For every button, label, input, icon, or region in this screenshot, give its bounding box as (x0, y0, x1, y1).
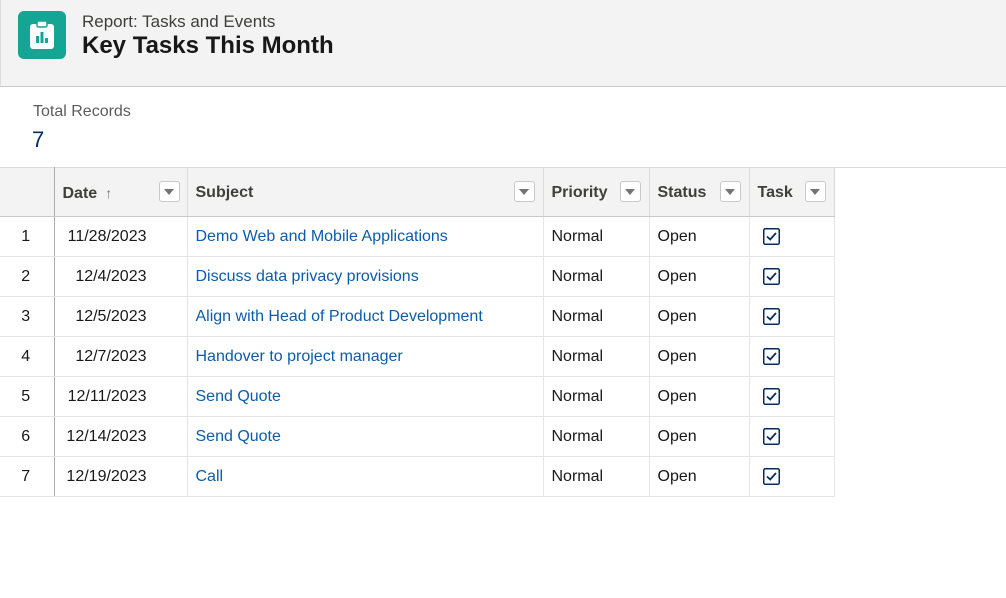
checkbox-checked-icon (762, 428, 780, 445)
priority-cell: Normal (543, 336, 650, 377)
checkbox-checked-icon (762, 228, 780, 245)
status-cell: Open (649, 456, 750, 497)
table-header-row: Date ↑ Subject Priority Status Task (0, 167, 835, 217)
subject-link[interactable]: Call (196, 468, 224, 485)
priority-cell: Normal (543, 456, 650, 497)
chevron-down-icon (519, 188, 529, 195)
column-header-priority[interactable]: Priority (543, 167, 650, 217)
report-icon (18, 11, 66, 59)
row-number: 3 (0, 296, 55, 337)
column-menu-button-priority[interactable] (619, 181, 641, 202)
status-cell: Open (649, 296, 750, 337)
chevron-down-icon (164, 188, 174, 195)
subject-link[interactable]: Discuss data privacy provisions (196, 268, 419, 285)
priority-cell: Normal (543, 296, 650, 337)
status-cell: Open (649, 216, 750, 257)
divider (833, 167, 1006, 168)
column-label-date: Date (62, 185, 98, 202)
total-records-label: Total Records (33, 103, 131, 120)
row-number-header (0, 167, 55, 217)
column-header-task[interactable]: Task (749, 167, 835, 217)
total-records-value: 7 (32, 127, 45, 152)
table-row: 5 12/11/2023 Send Quote Normal Open (0, 376, 835, 417)
table-row: 3 12/5/2023 Align with Head of Product D… (0, 296, 835, 337)
status-cell: Open (649, 376, 750, 417)
table-row: 7 12/19/2023 Call Normal Open (0, 456, 835, 497)
row-number: 2 (0, 256, 55, 297)
chevron-down-icon (725, 188, 735, 195)
date-cell: 12/4/2023 (54, 256, 188, 297)
row-number: 6 (0, 416, 55, 457)
checkbox-checked-icon (762, 468, 780, 485)
page-title: Key Tasks This Month (82, 32, 334, 59)
column-menu-button-task[interactable] (804, 181, 826, 202)
table-row: 4 12/7/2023 Handover to project manager … (0, 336, 835, 377)
date-cell: 12/14/2023 (54, 416, 188, 457)
table-row: 6 12/14/2023 Send Quote Normal Open (0, 416, 835, 457)
column-label-priority: Priority (551, 184, 608, 201)
status-cell: Open (649, 256, 750, 297)
table-row: 1 11/28/2023 Demo Web and Mobile Applica… (0, 216, 835, 257)
subject-link[interactable]: Send Quote (196, 428, 281, 445)
priority-cell: Normal (543, 216, 650, 257)
checkbox-checked-icon (762, 308, 780, 325)
column-menu-button-date[interactable] (158, 181, 180, 202)
table-row: 2 12/4/2023 Discuss data privacy provisi… (0, 256, 835, 297)
column-menu-button-subject[interactable] (513, 181, 535, 202)
column-menu-button-status[interactable] (719, 181, 741, 202)
report-type-label: Report: Tasks and Events (82, 12, 276, 31)
column-label-subject: Subject (195, 184, 254, 201)
date-cell: 12/7/2023 (54, 336, 188, 377)
column-label-status: Status (657, 184, 707, 201)
priority-cell: Normal (543, 256, 650, 297)
checkbox-checked-icon (762, 268, 780, 285)
subject-link[interactable]: Align with Head of Product Development (196, 308, 483, 325)
row-number: 7 (0, 456, 55, 497)
row-number: 4 (0, 336, 55, 377)
priority-cell: Normal (543, 376, 650, 417)
column-label-task: Task (757, 184, 793, 201)
chevron-down-icon (810, 188, 820, 195)
row-number: 5 (0, 376, 55, 417)
row-number: 1 (0, 216, 55, 257)
subject-link[interactable]: Handover to project manager (196, 348, 403, 365)
date-cell: 12/11/2023 (54, 376, 188, 417)
column-header-subject[interactable]: Subject (187, 167, 544, 217)
status-cell: Open (649, 336, 750, 377)
subject-link[interactable]: Send Quote (196, 388, 281, 405)
status-cell: Open (649, 416, 750, 457)
column-header-date[interactable]: Date ↑ (54, 167, 188, 217)
priority-cell: Normal (543, 416, 650, 457)
chevron-down-icon (625, 188, 635, 195)
date-cell: 12/5/2023 (54, 296, 188, 337)
checkbox-checked-icon (762, 388, 780, 405)
date-cell: 11/28/2023 (54, 216, 188, 257)
subject-link[interactable]: Demo Web and Mobile Applications (196, 228, 448, 245)
date-cell: 12/19/2023 (54, 456, 188, 497)
checkbox-checked-icon (762, 348, 780, 365)
report-header: Report: Tasks and Events Key Tasks This … (0, 0, 1006, 87)
column-header-status[interactable]: Status (649, 167, 750, 217)
sort-ascending-icon[interactable]: ↑ (105, 183, 112, 203)
report-table: Date ↑ Subject Priority Status Task 1 11… (0, 167, 835, 497)
